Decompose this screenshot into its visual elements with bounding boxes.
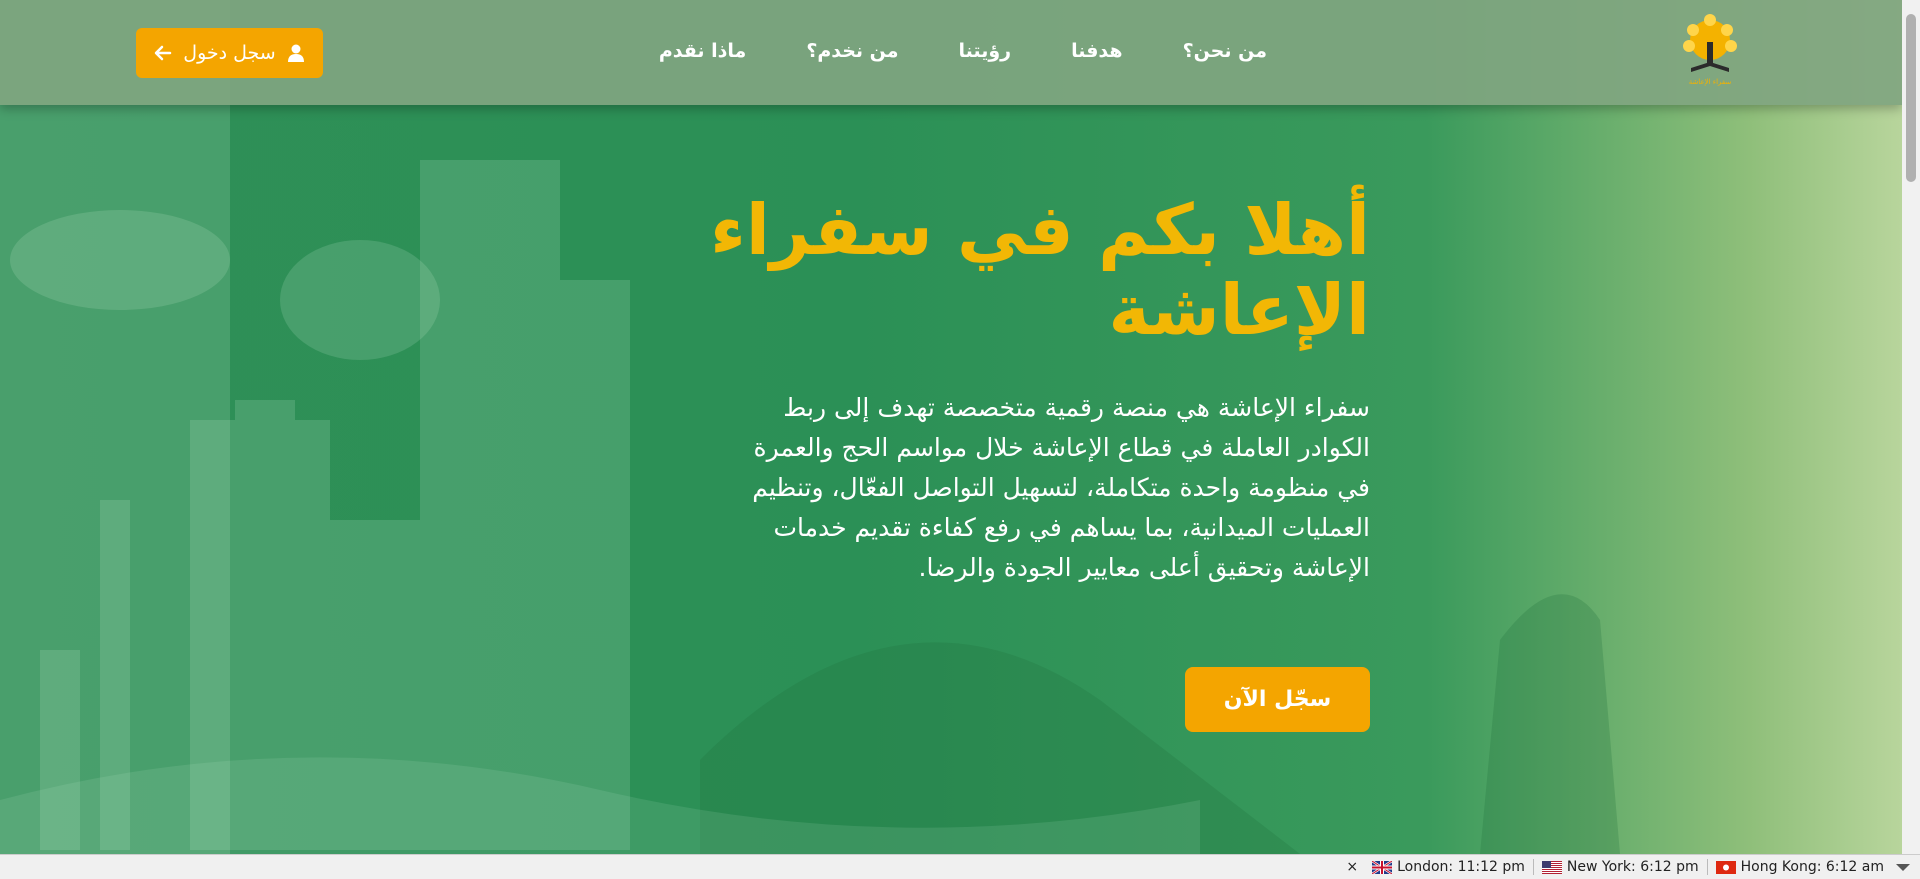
us-flag-icon — [1541, 860, 1562, 874]
nav-item-about[interactable]: من نحن؟ — [1183, 40, 1267, 62]
main-nav: من نحن؟ هدفنا رؤيتنا من نخدم؟ ماذا نقدم — [659, 40, 1267, 62]
clock-label: London: 11:12 pm — [1397, 859, 1525, 875]
uk-flag-icon — [1372, 860, 1393, 874]
login-button[interactable]: سجل دخول — [136, 28, 323, 78]
hero-description: سفراء الإعاشة هي منصة رقمية متخصصة تهدف … — [752, 393, 1370, 582]
hk-flag-icon — [1715, 860, 1736, 874]
register-now-button[interactable]: سجّل الآن — [1185, 667, 1370, 732]
world-clock-bar: × London: 11:12 pm New York: 6:12 pm Hon… — [0, 854, 1920, 879]
nav-item-goal[interactable]: هدفنا — [1071, 40, 1122, 62]
arrow-left-icon — [155, 45, 172, 61]
clock-label: Hong Kong: 6:12 am — [1740, 859, 1884, 875]
close-icon[interactable]: × — [1346, 859, 1358, 875]
clock-london: London: 11:12 pm — [1364, 859, 1534, 875]
hero-section: أهلا بكم في سفراء الإعاشة سفراء الإعاشة … — [710, 190, 1370, 588]
user-icon — [287, 44, 304, 62]
logo-text: سفراء الإعاشة — [1689, 78, 1732, 86]
site-logo[interactable]: سفراء الإعاشة — [1681, 14, 1739, 88]
login-label: سجل دخول — [183, 42, 276, 64]
clock-hong-kong: Hong Kong: 6:12 am — [1708, 859, 1892, 875]
hero-title: أهلا بكم في سفراء الإعاشة — [710, 189, 1370, 351]
nav-item-what-we-offer[interactable]: ماذا نقدم — [659, 40, 747, 62]
chevron-down-icon[interactable] — [1896, 863, 1910, 871]
clock-label: New York: 6:12 pm — [1566, 859, 1699, 875]
page-scrollbar[interactable] — [1902, 0, 1920, 854]
nav-item-vision[interactable]: رؤيتنا — [959, 40, 1012, 62]
nav-item-who-we-serve[interactable]: من نخدم؟ — [806, 40, 898, 62]
top-navbar: سفراء الإعاشة من نحن؟ هدفنا رؤيتنا من نخ… — [0, 0, 1902, 105]
scrollbar-thumb[interactable] — [1906, 14, 1916, 182]
clock-new-york: New York: 6:12 pm — [1534, 859, 1708, 875]
page-viewport: سفراء الإعاشة من نحن؟ هدفنا رؤيتنا من نخ… — [0, 0, 1902, 854]
